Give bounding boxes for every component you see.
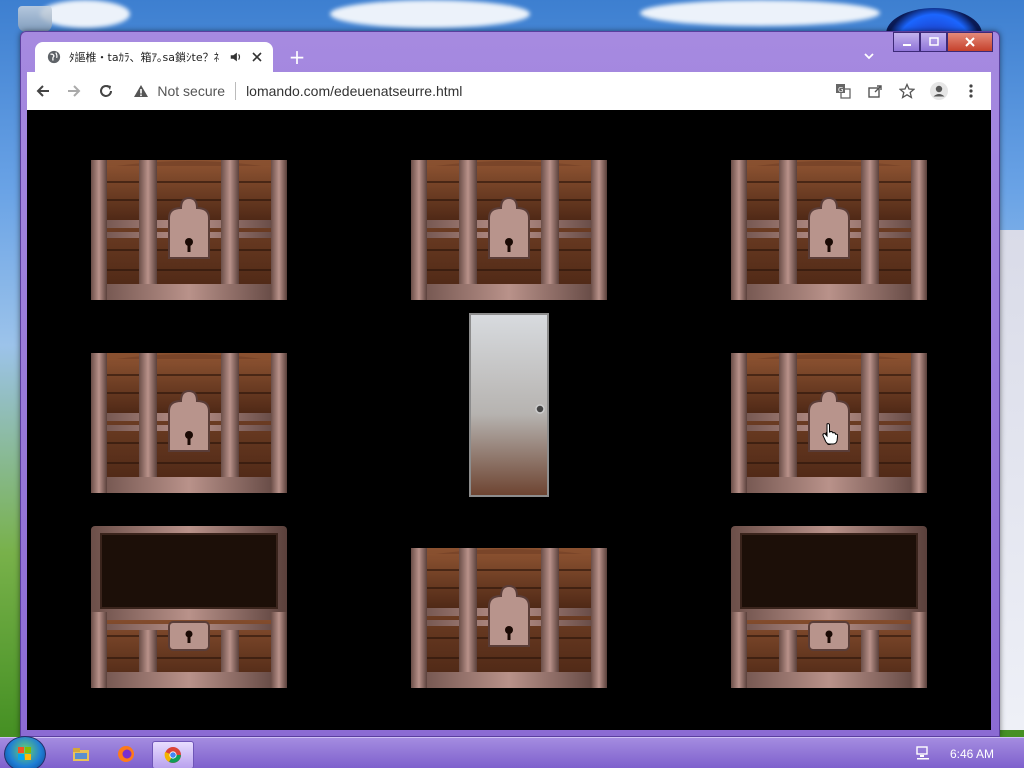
- chrome-icon: [164, 747, 181, 763]
- browser-window: ﾀ謳椎・taｶﾗ、箱ｱ｡sa鎖ｼte？ﾈ + Not secure lomand…: [20, 31, 1000, 737]
- profile-button[interactable]: [925, 77, 953, 105]
- bookmark-button[interactable]: [893, 77, 921, 105]
- treasure-chest-open[interactable]: [89, 526, 289, 690]
- browser-menu-button[interactable]: [957, 77, 985, 105]
- desktop-cloud: [640, 0, 880, 26]
- start-button[interactable]: [4, 736, 46, 768]
- arrow-right-icon: [68, 85, 81, 97]
- tab-search-button[interactable]: [861, 50, 877, 66]
- close-icon: [252, 52, 262, 62]
- reload-icon: [99, 85, 112, 97]
- translate-button[interactable]: G: [829, 77, 857, 105]
- arrow-left-icon: [36, 85, 49, 97]
- windows-logo-icon: [18, 747, 31, 760]
- profile-icon: [930, 82, 949, 100]
- new-tab-button[interactable]: +: [287, 47, 307, 67]
- reload-button[interactable]: [90, 75, 121, 107]
- exit-door[interactable]: [469, 313, 549, 497]
- url-text[interactable]: lomando.com/edeuenatseurre.html: [246, 83, 462, 99]
- network-icon[interactable]: [916, 746, 930, 760]
- share-icon: [868, 85, 882, 98]
- speaker-icon[interactable]: [229, 50, 243, 64]
- menu-icon: [969, 84, 973, 98]
- treasure-chest-closed[interactable]: [729, 160, 929, 302]
- treasure-chest-closed[interactable]: [89, 353, 289, 495]
- translate-icon: G: [836, 84, 851, 99]
- firefox-icon: [118, 746, 134, 762]
- svg-text:G: G: [838, 86, 843, 94]
- forward-button[interactable]: [58, 75, 89, 107]
- desktop-cloud: [40, 0, 130, 28]
- browser-toolbar: Not secure lomando.com/edeuenatseurre.ht…: [27, 72, 991, 110]
- tab-title: ﾀ謳椎・taｶﾗ、箱ｱ｡sa鎖ｼte？ﾈ: [69, 51, 220, 64]
- taskbar: 6:46 AM: [0, 736, 1024, 768]
- chevron-down-icon: [864, 53, 874, 60]
- recycle-bin-icon[interactable]: [18, 6, 52, 32]
- taskbar-chrome[interactable]: [152, 741, 194, 768]
- hand-cursor-icon: [822, 423, 838, 445]
- tab-close-button[interactable]: [249, 49, 265, 65]
- file-explorer-icon: [73, 748, 89, 761]
- share-button[interactable]: [861, 77, 889, 105]
- taskbar-firefox[interactable]: [106, 741, 146, 767]
- treasure-chest-closed[interactable]: [409, 160, 609, 302]
- star-icon: [899, 83, 916, 99]
- taskbar-clock[interactable]: 6:46 AM: [950, 747, 994, 761]
- address-bar[interactable]: Not secure lomando.com/edeuenatseurre.ht…: [129, 76, 829, 106]
- warning-icon[interactable]: [133, 84, 149, 98]
- browser-tab[interactable]: ﾀ謳椎・taｶﾗ、箱ｱ｡sa鎖ｼte？ﾈ: [35, 42, 273, 72]
- globe-icon: [47, 50, 61, 64]
- door-knob-icon[interactable]: [535, 404, 545, 414]
- treasure-chest-closed[interactable]: [409, 548, 609, 690]
- treasure-chest-open[interactable]: [729, 526, 929, 690]
- desktop-cloud: [330, 0, 530, 28]
- toolbar-icon-group: G: [829, 77, 985, 105]
- taskbar-file-explorer[interactable]: [61, 741, 101, 767]
- game-board: [27, 110, 991, 730]
- tab-strip: ﾀ謳椎・taｶﾗ、箱ｱ｡sa鎖ｼte？ﾈ +: [27, 40, 993, 72]
- security-status-label[interactable]: Not secure: [157, 83, 225, 99]
- back-button[interactable]: [27, 75, 58, 107]
- treasure-chest-closed[interactable]: [89, 160, 289, 302]
- omnibox-divider: [235, 82, 237, 100]
